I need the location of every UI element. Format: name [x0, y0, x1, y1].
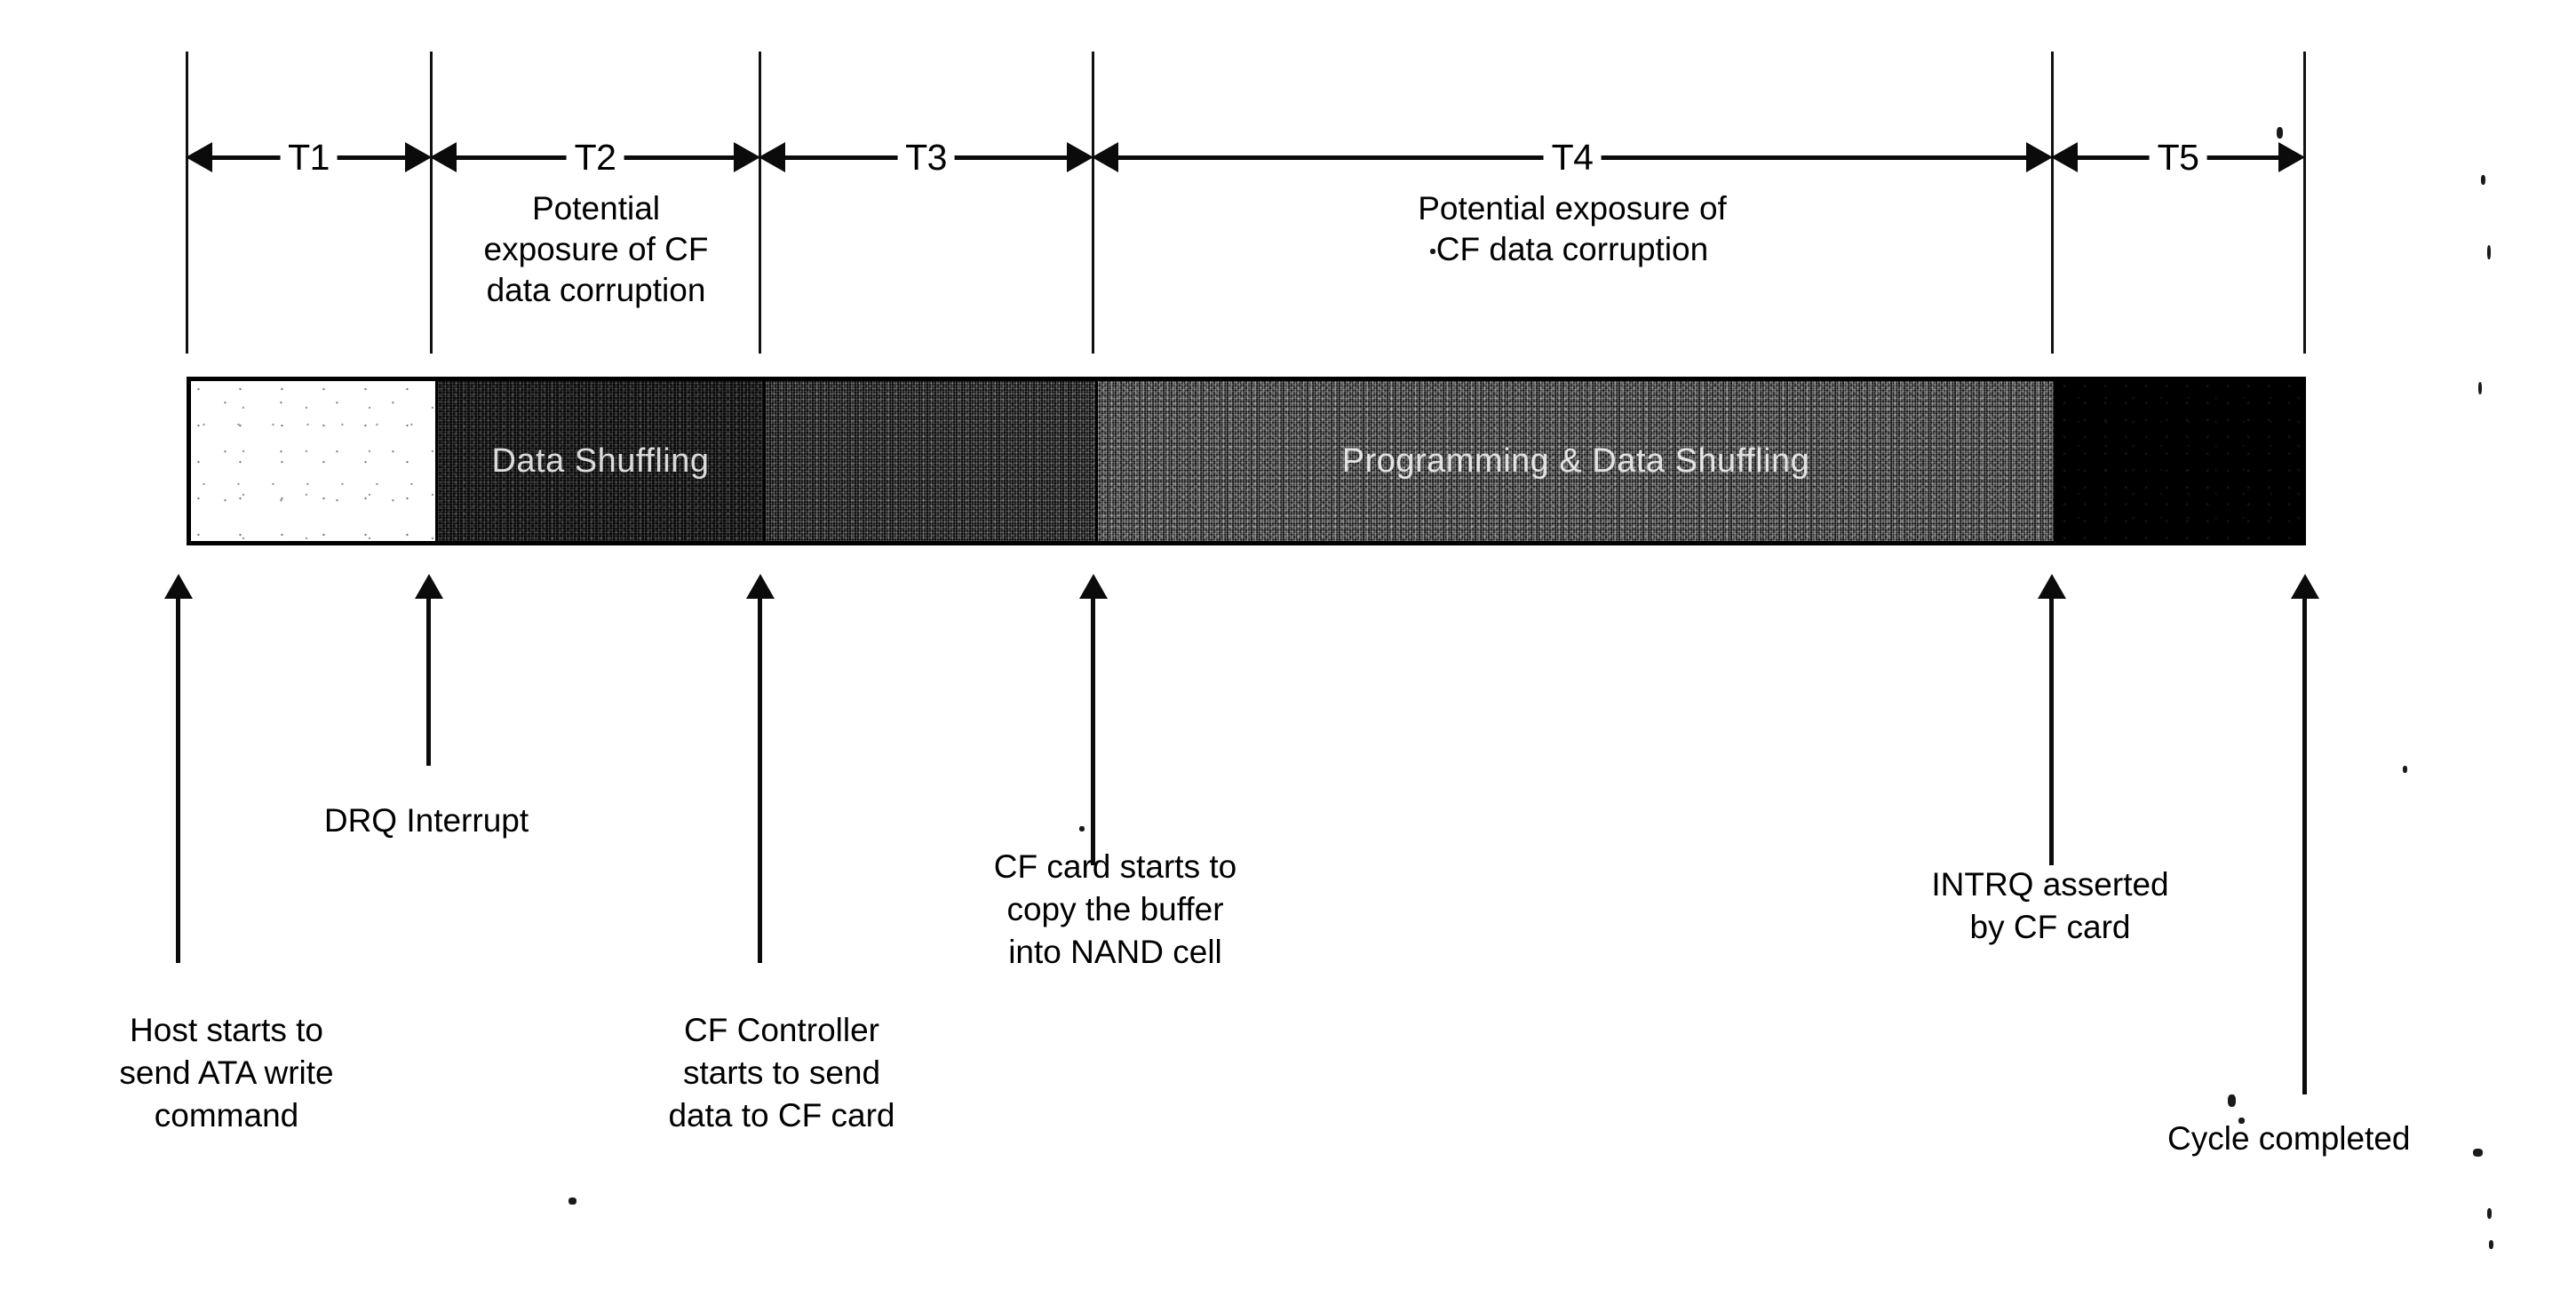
period-label-t3: T3: [897, 139, 955, 176]
callout-label-cf-copy: CF card starts to copy the buffer into N…: [993, 848, 1237, 970]
arrow-head-right-icon: [734, 142, 760, 172]
scan-speck: [2478, 382, 2482, 394]
activity-bar: Data Shuffling Programming & Data Shuffl…: [187, 377, 2306, 545]
bar-segment-t3: [763, 381, 1095, 541]
tick-line-t1-start: [186, 52, 188, 354]
timing-diagram-page: T1 T2 T3 T4 T5 Potential exposure of CF …: [0, 0, 2576, 1289]
arrow-head-right-icon: [1067, 142, 1093, 172]
bar-segment-t4: Programming & Data Shuffling: [1095, 381, 2054, 541]
scan-speck: [1430, 249, 1435, 254]
tick-line-t3-t4: [1092, 52, 1094, 354]
callout-label-cf-controller: CF Controller starts to send data to CF …: [668, 1012, 895, 1134]
period-measure-t4: T4: [1092, 139, 2053, 176]
arrow-head-right-icon: [2026, 142, 2053, 172]
top-note-t4: Potential exposure of CF data corruption: [1418, 190, 1727, 267]
top-note-t2: Potential exposure of CF data corruption: [483, 190, 709, 308]
scan-speck: [2481, 175, 2485, 185]
callout-arrow-intrq: [2037, 574, 2066, 865]
bar-segment-label-t2: Data Shuffling: [491, 442, 710, 480]
callout-arrow-cycle-done: [2290, 574, 2319, 1094]
callout-arrow-host-write: [163, 574, 193, 963]
period-measure-t3: T3: [759, 139, 1093, 176]
scan-speck: [568, 1197, 576, 1205]
period-label-t2: T2: [566, 139, 624, 176]
scan-speck: [2277, 127, 2283, 139]
arrow-head-right-icon: [2278, 142, 2305, 172]
scan-speck: [2228, 1094, 2236, 1107]
tick-line-t2-t3: [759, 52, 761, 354]
period-measure-t2: T2: [430, 139, 760, 176]
callout-label-drq: DRQ Interrupt: [323, 802, 529, 839]
scan-speck: [2238, 1118, 2245, 1124]
tick-line-t4-t5: [2051, 52, 2054, 354]
bar-segment-label-t4: Programming & Data Shuffling: [1341, 442, 1810, 480]
scan-speck: [2487, 1208, 2492, 1219]
callout-arrow-cf-controller: [745, 574, 775, 963]
callout-label-host-write: Host starts to send ATA write command: [119, 1012, 334, 1134]
callout-label-cycle-done: Cycle completed: [2167, 1120, 2411, 1157]
period-measure-t5: T5: [2051, 139, 2305, 176]
period-label-t1: T1: [280, 139, 338, 176]
period-label-t5: T5: [2149, 139, 2207, 176]
scan-speck: [2487, 245, 2491, 259]
bar-segment-t5: [2054, 381, 2302, 541]
scan-speck: [2489, 1240, 2493, 1249]
tick-line-t5-end: [2303, 52, 2306, 354]
bar-segment-t2: Data Shuffling: [435, 381, 763, 541]
bar-segment-t1: [191, 381, 435, 541]
arrow-head-right-icon: [405, 142, 432, 172]
period-label-t4: T4: [1543, 139, 1602, 176]
scan-speck: [2473, 1149, 2483, 1157]
callout-arrow-cf-copy: [1078, 574, 1108, 865]
scan-speck: [1079, 826, 1085, 831]
scan-speck: [2403, 766, 2407, 773]
period-measure-t1: T1: [186, 139, 432, 176]
callout-arrow-drq: [414, 574, 443, 766]
tick-line-t1-t2: [430, 52, 433, 354]
callout-label-intrq: INTRQ asserted by CF card: [1931, 866, 2169, 945]
